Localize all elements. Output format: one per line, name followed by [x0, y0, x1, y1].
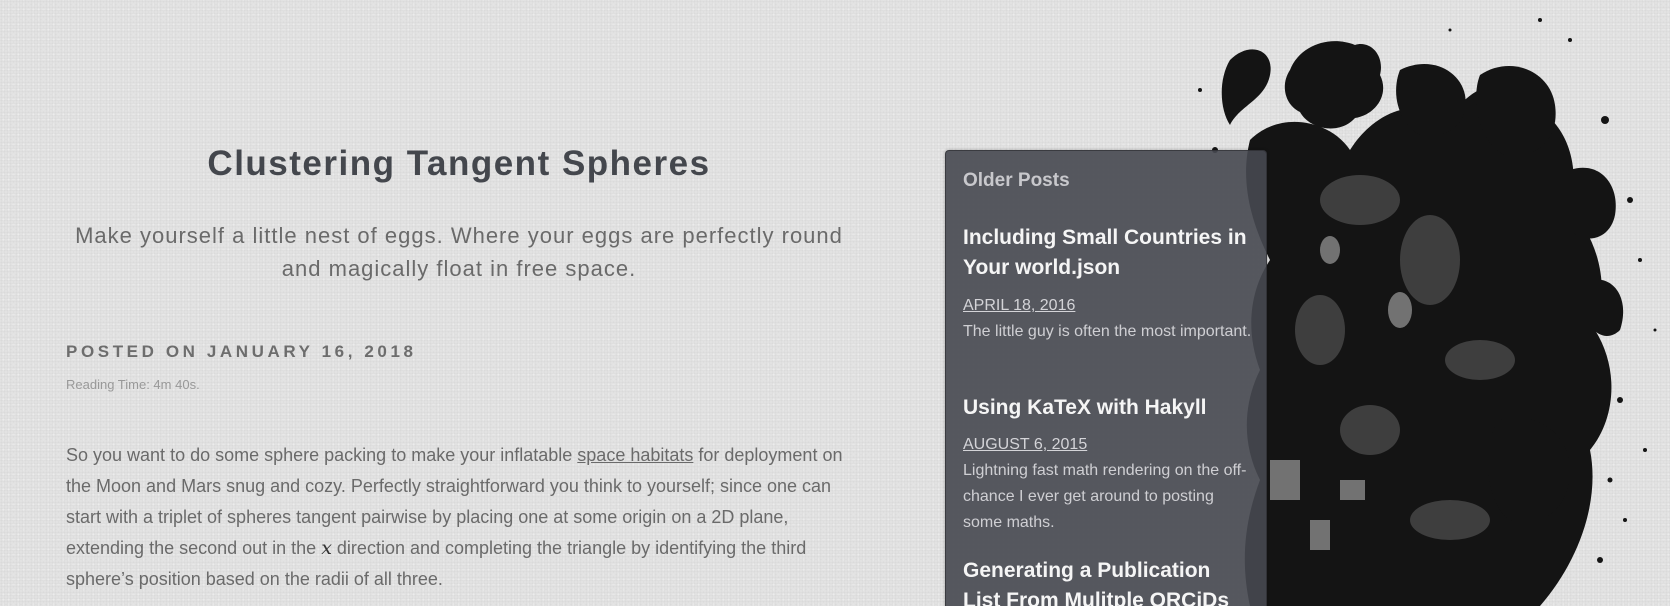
post-body-paragraph: So you want to do some sphere packing to… — [66, 440, 856, 595]
reading-time: Reading Time: 4m 40s. — [66, 377, 200, 392]
older-posts-heading: Older Posts — [963, 170, 1070, 191]
older-post-date-link[interactable]: APRIL 18, 2016 — [963, 297, 1075, 315]
older-post-title-link[interactable]: Generating a Publication List From Mulit… — [963, 556, 1253, 606]
post-title: Clustering Tangent Spheres — [207, 144, 711, 183]
post-date: POSTED ON JANUARY 16, 2018 — [66, 342, 417, 361]
older-post-title-link[interactable]: Using KaTeX with Hakyll — [963, 393, 1253, 423]
older-posts-sidebar: Older Posts Including Small Countries in… — [945, 150, 1267, 606]
space-habitats-link[interactable]: space habitats — [577, 445, 693, 465]
post-body-text: So you want to do some sphere packing to… — [66, 445, 578, 465]
older-post-title-link[interactable]: Including Small Countries in Your world.… — [963, 223, 1253, 283]
math-variable: x — [321, 537, 332, 559]
post-subtitle: Make yourself a little nest of eggs. Whe… — [75, 223, 843, 281]
older-post-date-link[interactable]: AUGUST 6, 2015 — [963, 436, 1087, 454]
older-post-description: The little guy is often the most importa… — [963, 323, 1252, 340]
older-post-description: Lightning fast math rendering on the off… — [963, 462, 1247, 531]
